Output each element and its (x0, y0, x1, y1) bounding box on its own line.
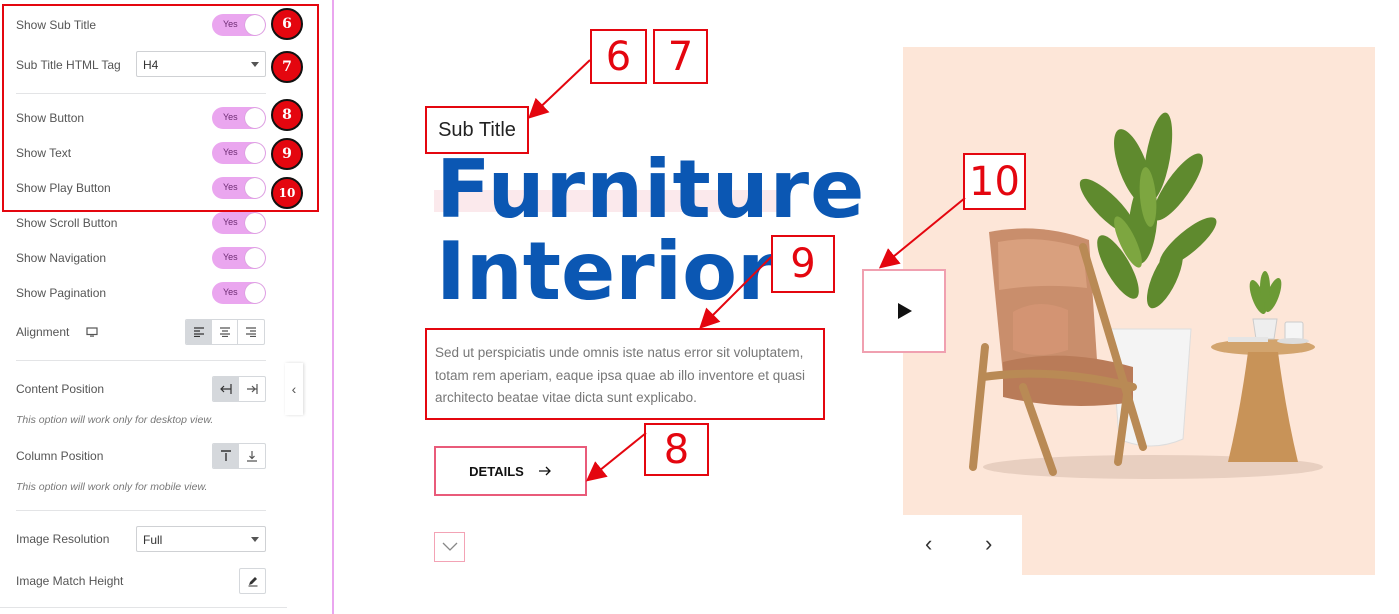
callout-badge-6: 6 (271, 8, 303, 40)
content-start-icon[interactable] (213, 377, 239, 401)
callout-badge-10: 10 (271, 177, 303, 209)
divider (16, 360, 266, 361)
description-text: Sed ut perspiciatis unde omnis iste natu… (425, 328, 825, 420)
select-image-resolution[interactable]: Full (136, 526, 266, 552)
sub-title: Sub Title (425, 106, 529, 154)
divider (0, 607, 287, 608)
content-position-button-group (212, 376, 266, 402)
chevron-down-icon (442, 542, 457, 551)
toggle-knob (245, 283, 265, 303)
scroll-down-button[interactable] (434, 532, 465, 562)
column-top-icon[interactable] (213, 444, 239, 468)
select-value: Full (143, 533, 163, 547)
callout-badge-7: 7 (271, 51, 303, 83)
content-end-icon[interactable] (239, 377, 265, 401)
panel-divider (332, 0, 334, 614)
label-image-match-height: Image Match Height (16, 574, 124, 588)
label-content-position: Content Position (16, 382, 105, 396)
details-button-label: DETAILS (469, 463, 524, 479)
callout-badge-8: 8 (271, 99, 303, 131)
play-icon (898, 303, 912, 319)
label-column-position: Column Position (16, 449, 104, 463)
toggle-knob (245, 213, 265, 233)
details-button[interactable]: DETAILS (434, 446, 587, 496)
column-position-button-group (212, 443, 266, 469)
image-match-height-button[interactable] (239, 568, 266, 594)
alignment-button-group (185, 319, 265, 345)
callout-10: 10 (963, 153, 1026, 210)
chevron-left-icon: ‹ (291, 381, 297, 397)
align-right-icon[interactable] (238, 320, 264, 344)
chevron-left-icon[interactable]: ‹ (925, 531, 932, 557)
align-center-icon[interactable] (212, 320, 238, 344)
label-show-scroll-button: Show Scroll Button (16, 216, 118, 230)
callout-9: 9 (771, 235, 835, 293)
column-position-note: This option will work only for mobile vi… (16, 481, 208, 493)
label-alignment: Alignment (16, 325, 70, 339)
divider (16, 510, 266, 511)
play-button[interactable] (862, 269, 946, 353)
column-bottom-icon[interactable] (239, 444, 265, 468)
arrow-right-icon (538, 466, 551, 476)
content-position-note: This option will work only for desktop v… (16, 414, 214, 426)
callout-badge-9: 9 (271, 138, 303, 170)
toggle-value: Yes (223, 217, 238, 227)
title-line-1: Furniture (436, 143, 866, 236)
toggle-value: Yes (223, 287, 238, 297)
callout-8: 8 (644, 423, 709, 476)
callout-6: 6 (590, 29, 647, 84)
label-image-resolution: Image Resolution (16, 532, 110, 546)
label-show-pagination: Show Pagination (16, 286, 107, 300)
label-show-navigation: Show Navigation (16, 251, 107, 265)
collapse-panel-button[interactable]: ‹ (285, 363, 303, 415)
callout-7: 7 (653, 29, 708, 84)
chevron-right-icon[interactable]: › (985, 531, 992, 557)
toggle-value: Yes (223, 252, 238, 262)
title-line-2: Interior (436, 225, 777, 318)
toggle-show-pagination[interactable]: Yes (212, 282, 266, 304)
toggle-show-scroll-button[interactable]: Yes (212, 212, 266, 234)
desktop-icon[interactable] (86, 325, 98, 343)
toggle-show-navigation[interactable]: Yes (212, 247, 266, 269)
toggle-knob (245, 248, 265, 268)
pencil-icon (240, 569, 265, 593)
chair-plant-image (969, 112, 1323, 479)
slider-navigation: ‹ › (903, 515, 1022, 575)
chevron-down-icon (251, 537, 259, 542)
align-left-icon[interactable] (186, 320, 212, 344)
